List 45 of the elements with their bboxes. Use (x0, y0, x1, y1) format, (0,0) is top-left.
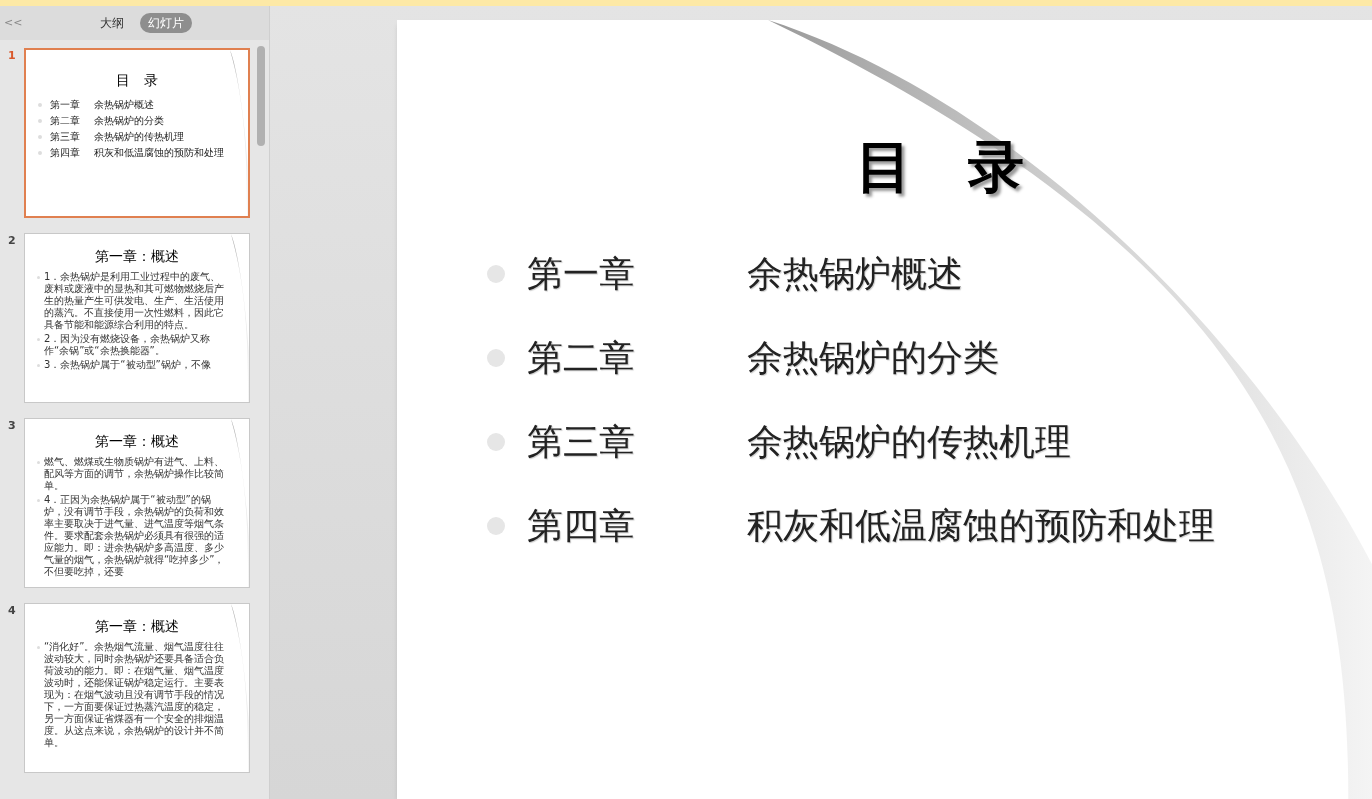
chapter-name: 积灰和低温腐蚀的预防和处理 (747, 506, 1215, 546)
thumbnail-title: 第一章：概述 (95, 432, 179, 451)
slide-thumbnail[interactable]: 第一章：概述 1．余热锅炉是利用工业过程中的废气、废料或废液中的显热和其可燃物燃烧后产生的热量产生可供发电、生产、生活使用的蒸汽。不直接使用一次性燃料，因此它具备节能和能源综合利用的特点。 2．因为没有燃烧设备，余热锅炉又称作“余锅”或“余热换能器”。 3．余热锅炉属于“被动型”锅炉，不像 (24, 233, 250, 403)
paragraph: 3．余热锅炉属于“被动型”锅炉，不像 (44, 359, 211, 371)
chapter-name: 余热锅炉的分类 (94, 115, 164, 127)
thumbnail-title: 第一章：概述 (95, 617, 179, 636)
paragraph: 燃气、燃煤或生物质锅炉有进气、上料、配风等方面的调节，余热锅炉操作比较简单。 (44, 456, 225, 492)
slide-thumbnail[interactable]: 第一章：概述 “消化好”。余热烟气流量、烟气温度往往波动较大，同时余热锅炉还要具备适合负荷波动的能力。即：在烟气量、烟气温度波动时，还能保证锅炉稳定运行。主要表现为：在烟气波动且没有调节手段的情况下，一方面要保证过热蒸汽温度的稳定，另一方面保证省煤器有一个安全的排烟温度。从这点来说，余热锅炉的设计并不简单。 (24, 603, 250, 773)
paragraph: 2．因为没有燃烧设备，余热锅炉又称作“余锅”或“余热换能器”。 (44, 333, 212, 357)
bullet-icon (487, 265, 505, 283)
chapter-name: 余热锅炉概述 (747, 254, 963, 294)
chapter-name: 余热锅炉的分类 (747, 338, 999, 378)
view-tab[interactable]: 大纲 (92, 13, 133, 33)
slide-number: 4 (8, 603, 17, 619)
bullet-icon (38, 135, 42, 139)
chapter-label: 第二章 (50, 115, 81, 127)
slide-number: 2 (8, 233, 17, 249)
slide-number: 3 (8, 418, 17, 434)
chapter-name: 余热锅炉概述 (94, 99, 154, 111)
scrollbar-thumb[interactable] (257, 46, 265, 146)
chapter-name: 余热锅炉的传热机理 (747, 422, 1071, 462)
slide-thumbnail[interactable]: 目 录 第一章 余热锅炉概述 第二章 余热锅炉的分类 第三章 余热锅炉的传热机理 第四章 积灰和低温腐蚀的预防和处理 (24, 48, 250, 218)
thumbnail-title: 目 录 (116, 71, 158, 90)
chapter-label: 第一章 (50, 99, 81, 111)
paragraph: 4．正因为余热锅炉属于“被动型”的锅炉，没有调节手段，余热锅炉的负荷和效率主要取决于进气量、进气温度等烟气条件。要求配套余热锅炉必须具有很强的适应能力。即：进余热锅炉多高温度、多少气量的烟气，余热锅炉就得“吃掉多少”，不但要吃掉，还要 (44, 494, 226, 578)
slide-thumbnail[interactable]: 第一章：概述 燃气、燃煤或生物质锅炉有进气、上料、配风等方面的调节，余热锅炉操作比较简单。 4．正因为余热锅炉属于“被动型”的锅炉，没有调节手段，余热锅炉的负荷和效率主要取决于进气量、进气温度等烟气条件。要求配套余热锅炉必须具有很强的适应能力。即：进余热锅炉多高温度、多少气量的烟气，余热锅炉就得“吃掉多少”，不但要吃掉，还要 (24, 418, 250, 588)
paragraph: “消化好”。余热烟气流量、烟气温度往往波动较大，同时余热锅炉还要具备适合负荷波动的能力。即：在烟气量、烟气温度波动时，还能保证锅炉稳定运行。主要表现为：在烟气波动且没有调节手段的情况下，一方面要保证过热蒸汽温度的稳定，另一方面保证省煤器有一个安全的排烟温度。从这点来说，余热锅炉的设计并不简单。 (44, 641, 226, 749)
bullet-icon (487, 349, 505, 367)
slide-title: 目 录 (854, 133, 1024, 201)
chapter-label: 第三章 (50, 131, 81, 143)
chapter-label: 第一章 (527, 254, 636, 294)
slide-number: 1 (8, 48, 17, 64)
chapter-label: 第三章 (527, 422, 636, 462)
chapter-label: 第四章 (527, 506, 636, 546)
paragraph: 1．余热锅炉是利用工业过程中的废气、废料或废液中的显热和其可燃物燃烧后产生的热量产生可供发电、生产、生活使用的蒸汽。不直接使用一次性燃料，因此它具备节能和能源综合利用的特点。 (44, 271, 225, 331)
bullet-icon (487, 517, 505, 535)
bullet-icon (487, 433, 505, 451)
chapter-name: 积灰和低温腐蚀的预防和处理 (94, 147, 224, 159)
bullet-icon (38, 119, 42, 123)
chapter-name: 余热锅炉的传热机理 (94, 131, 184, 143)
bullet-icon (38, 151, 42, 155)
chapter-label: 第四章 (50, 147, 81, 159)
chapter-label: 第二章 (527, 338, 636, 378)
thumbnail-title: 第一章：概述 (95, 247, 179, 266)
bullet-icon (38, 103, 42, 107)
